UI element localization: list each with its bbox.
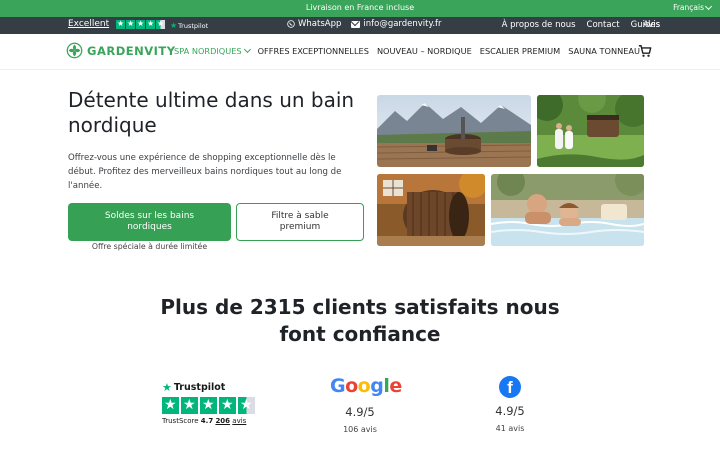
trustpilot-star-icon: ★: [170, 21, 178, 30]
trustpilot-mini-stars: [116, 19, 165, 29]
star-icon: [146, 19, 155, 29]
trustpilot-mini-brand: Trustpilot: [178, 21, 209, 30]
mail-icon: [351, 20, 361, 28]
whatsapp-label: WhatsApp: [298, 19, 342, 29]
trustpilot-brand: Trustpilot: [173, 382, 226, 393]
nav-item-spa-nordiques[interactable]: SPA NORDIQUES: [174, 45, 251, 56]
offer-note: Offre spéciale à durée limitée: [91, 242, 208, 251]
nav-item-sauna[interactable]: SAUNA TONNEAU: [568, 46, 640, 56]
top-links: À propos de nous Contact Guides: [502, 20, 660, 30]
half-star-icon: [238, 397, 255, 414]
logo-icon: [66, 42, 83, 59]
main-nav: GARDENVITY SPA NORDIQUES OFFRES EXCEPTIO…: [0, 34, 720, 70]
sale-button[interactable]: Soldes sur les bains nordiques: [68, 203, 231, 241]
facebook-review-count: 41 avis: [495, 424, 525, 433]
chevron-down-icon: [243, 45, 251, 54]
hero-title: Détente ultime dans un bain nordique: [68, 88, 355, 137]
couple-in-spa-image: [491, 174, 644, 246]
about-link[interactable]: À propos de nous: [502, 20, 576, 30]
hot-tub-mountain-image: [377, 95, 531, 167]
hero-description: Offrez-vous une expérience de shopping e…: [68, 153, 342, 191]
whatsapp-icon: [287, 20, 295, 28]
star-icon: [162, 397, 179, 414]
info-bar: Excellent ★ Trustpilot WhatsApp info@gar…: [0, 17, 720, 34]
star-icon: [136, 19, 145, 29]
half-star-icon: [156, 19, 165, 29]
google-rating[interactable]: Google 4.9/5 106 avis: [330, 375, 402, 434]
contact-links: WhatsApp info@gardenvity.fr: [287, 19, 442, 29]
email-link[interactable]: info@gardenvity.fr: [351, 19, 442, 29]
nav-item-label: SPA NORDIQUES: [174, 46, 242, 56]
trustscore: TrustScore 4.7 206 avis: [162, 417, 255, 425]
trustpilot-reviews-label: avis: [232, 417, 247, 425]
star-icon: [200, 397, 217, 414]
trustscore-label: TrustScore: [162, 417, 199, 425]
garden-hot-tub-image: [537, 95, 644, 167]
nav-item-escalier[interactable]: ESCALIER PREMIUM: [480, 46, 560, 56]
star-icon: [181, 397, 198, 414]
trustpilot-stars: [162, 397, 255, 414]
star-icon: [219, 397, 236, 414]
star-icon: [126, 19, 135, 29]
cart-icon[interactable]: [638, 44, 652, 58]
facebook-rating[interactable]: f 4.9/5 41 avis: [480, 376, 540, 433]
trustscore-value: 4.7: [200, 417, 214, 425]
trustpilot-widget[interactable]: ★ Trustpilot TrustScore 4.7 206 avis: [162, 381, 255, 425]
trustpilot-mini-logo: ★ Trustpilot: [170, 21, 208, 30]
google-rating-value: 4.9/5: [345, 405, 375, 419]
email-label: info@gardenvity.fr: [363, 19, 442, 29]
chevron-down-icon: [704, 2, 713, 10]
contact-link[interactable]: Contact: [587, 20, 620, 30]
trustpilot-logo: ★ Trustpilot: [162, 381, 255, 394]
trustpilot-star-icon: ★: [162, 381, 172, 394]
shipping-text: Livraison en France incluse: [305, 3, 415, 12]
trustpilot-excellent-link[interactable]: Excellent: [68, 19, 109, 29]
trust-heading: Plus de 2315 clients satisfaits nous fon…: [160, 295, 560, 346]
whatsapp-link[interactable]: WhatsApp: [287, 19, 341, 29]
barrel-sauna-image: [377, 174, 485, 246]
language-label: Français: [673, 3, 704, 12]
google-review-count: 106 avis: [343, 425, 377, 434]
facebook-icon: f: [499, 376, 521, 398]
logo-text: GARDENVITY: [87, 43, 176, 58]
shipping-banner: Livraison en France incluse Français: [0, 0, 720, 17]
trustpilot-review-count[interactable]: 206: [215, 417, 230, 425]
facebook-rating-value: 4.9/5: [495, 404, 525, 418]
reviews-link[interactable]: Avis: [643, 20, 660, 30]
star-icon: [116, 19, 125, 29]
language-selector[interactable]: Français: [673, 2, 713, 12]
nav-item-offres[interactable]: OFFRES EXCEPTIONNELLES: [258, 46, 369, 56]
nav-item-nouveau[interactable]: NOUVEAU – NORDIQUE: [377, 46, 472, 56]
google-logo: Google: [330, 375, 402, 397]
nav-menu: SPA NORDIQUES OFFRES EXCEPTIONNELLES NOU…: [174, 45, 640, 56]
logo[interactable]: GARDENVITY: [66, 42, 176, 59]
sand-filter-button[interactable]: Filtre à sable premium: [236, 203, 364, 241]
